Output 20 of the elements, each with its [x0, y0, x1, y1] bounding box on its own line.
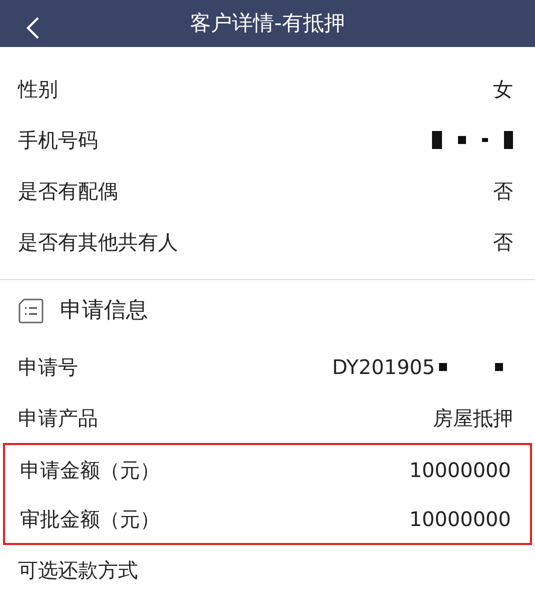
field-label: 手机号码 [18, 126, 98, 154]
field-label: 是否有配偶 [18, 178, 118, 204]
page-title: 客户详情-有抵押 [190, 10, 345, 37]
field-label: 申请金额（元） [20, 456, 160, 484]
field-value: 10000000 [409, 456, 511, 484]
section-title: 申请信息 [60, 297, 148, 325]
field-label: 是否有其他共有人 [18, 228, 178, 256]
field-label: 性别 [18, 76, 58, 102]
field-label: 申请产品 [18, 404, 98, 432]
field-label: 审批金额（元） [20, 506, 160, 532]
field-value: 否 [493, 178, 513, 204]
field-label: 可选还款方式 [18, 557, 138, 584]
field-value: 否 [493, 228, 513, 256]
field-label: 申请号 [18, 354, 78, 380]
field-value: DY201905 [332, 352, 503, 382]
field-value: 房屋抵押 [433, 404, 513, 432]
list-icon [18, 298, 44, 324]
field-value: 10000000 [409, 506, 511, 532]
chevron-left-icon [26, 16, 40, 40]
field-value: 女 [493, 76, 513, 102]
